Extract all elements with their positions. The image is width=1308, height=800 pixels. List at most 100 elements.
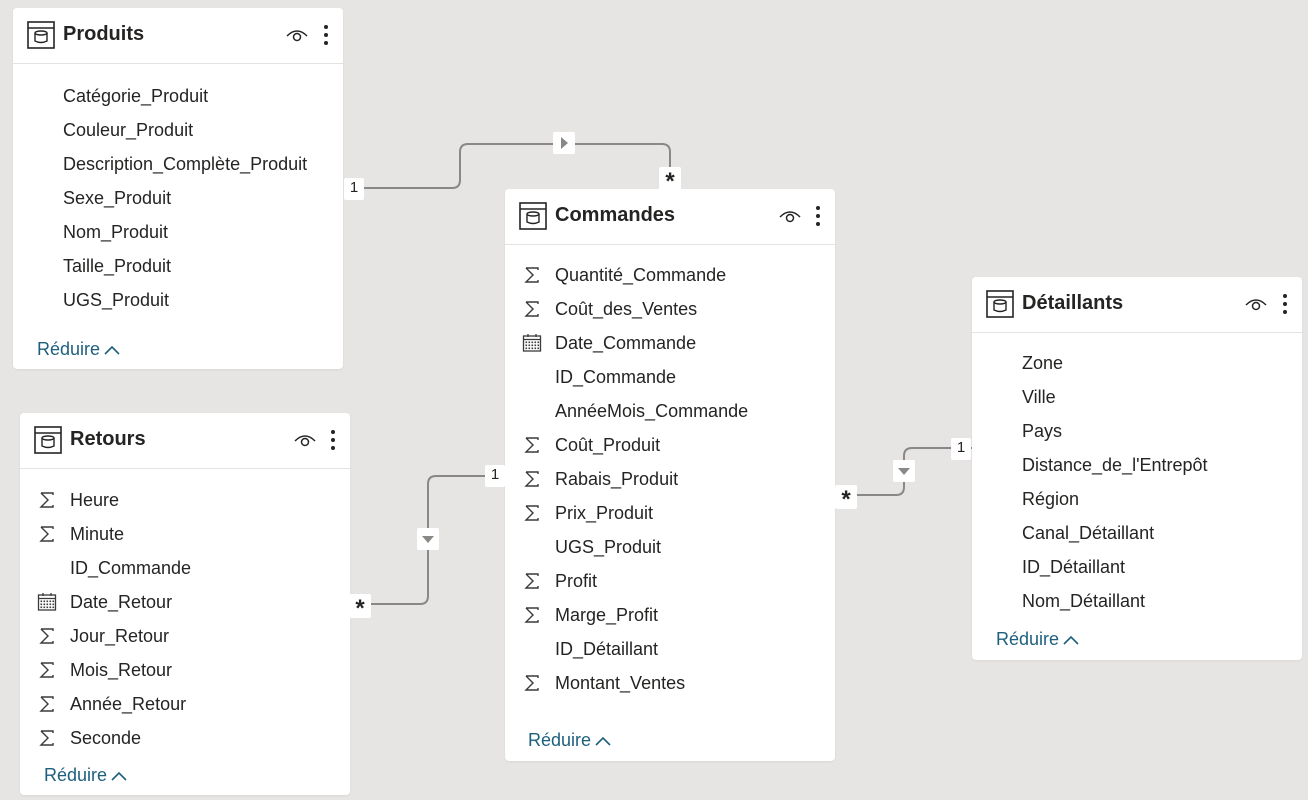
field-row[interactable]: Ville — [972, 380, 1302, 414]
visibility-eye-icon[interactable] — [286, 26, 308, 44]
field-row[interactable]: UGS_Produit — [13, 283, 343, 317]
field-row[interactable]: AnnéeMois_Commande — [505, 394, 835, 428]
field-row[interactable]: ID_Détaillant — [505, 632, 835, 666]
table-icon — [34, 426, 62, 454]
table-icon — [27, 21, 55, 49]
field-row[interactable]: Région — [972, 482, 1302, 516]
more-options-icon[interactable] — [1282, 293, 1288, 315]
field-row[interactable]: Profit — [505, 564, 835, 598]
cardinality-one-label: 1 — [485, 465, 505, 487]
field-row[interactable]: UGS_Produit — [505, 530, 835, 564]
collapse-link[interactable]: Réduire — [996, 629, 1079, 650]
field-row[interactable]: Heure — [20, 483, 350, 517]
table-card-retours[interactable]: Retours Heure Minute ID_Commande Date_Retou… — [20, 413, 350, 795]
cardinality-many-label: * — [659, 167, 681, 195]
calendar-icon — [522, 334, 542, 352]
sigma-icon — [39, 662, 54, 678]
field-name: Date_Retour — [70, 592, 173, 612]
field-row[interactable]: Prix_Produit — [505, 496, 835, 530]
field-name: UGS_Produit — [555, 537, 662, 557]
field-row[interactable]: Marge_Profit — [505, 598, 835, 632]
model-canvas[interactable]: 1 * * 1 * 1 Produits Catégorie_Produit Co… — [0, 0, 1308, 800]
field-name: Sexe_Produit — [63, 188, 172, 208]
field-row[interactable]: Année_Retour — [20, 687, 350, 721]
field-name: Distance_de_l'Entrepôt — [1022, 455, 1208, 475]
more-options-icon[interactable] — [330, 429, 336, 451]
field-row[interactable]: Nom_Produit — [13, 215, 343, 249]
field-name: ID_Commande — [555, 367, 677, 387]
collapse-label: Réduire — [528, 730, 592, 750]
field-row[interactable]: Catégorie_Produit — [13, 79, 343, 113]
field-row[interactable]: Quantité_Commande — [505, 258, 835, 292]
collapse-label: Réduire — [44, 765, 108, 785]
field-row[interactable]: Date_Retour — [20, 585, 350, 619]
collapse-link[interactable]: Réduire — [528, 730, 611, 751]
field-row[interactable]: Coût_des_Ventes — [505, 292, 835, 326]
field-row[interactable]: Rabais_Produit — [505, 462, 835, 496]
field-row[interactable]: Montant_Ventes — [505, 666, 835, 700]
field-name: Nom_Détaillant — [1022, 591, 1146, 611]
field-row[interactable]: Distance_de_l'Entrepôt — [972, 448, 1302, 482]
table-icon — [986, 290, 1014, 318]
cardinality-many-label: * — [349, 594, 371, 622]
field-row[interactable]: Zone — [972, 346, 1302, 380]
field-name: AnnéeMois_Commande — [555, 401, 749, 421]
table-card-produits[interactable]: Produits Catégorie_Produit Couleur_Produi… — [13, 8, 343, 369]
visibility-eye-icon[interactable] — [1245, 295, 1267, 313]
visibility-eye-icon[interactable] — [779, 207, 801, 225]
field-row[interactable]: Seconde — [20, 721, 350, 755]
field-name: Zone — [1022, 353, 1064, 373]
field-name: Prix_Produit — [555, 503, 654, 523]
field-row[interactable]: Jour_Retour — [20, 619, 350, 653]
field-row[interactable]: Description_Complète_Produit — [13, 147, 343, 181]
field-name: Description_Complète_Produit — [63, 154, 308, 174]
field-name: Nom_Produit — [63, 222, 169, 242]
chevron-up-icon — [595, 737, 611, 746]
table-card-detaillants[interactable]: Détaillants Zone Ville Pays Distance_de_l'E… — [972, 277, 1302, 660]
field-row[interactable]: Sexe_Produit — [13, 181, 343, 215]
collapse-label: Réduire — [996, 629, 1060, 649]
field-row[interactable]: Minute — [20, 517, 350, 551]
field-row[interactable]: ID_Commande — [20, 551, 350, 585]
field-name: ID_Détaillant — [555, 639, 659, 659]
sigma-icon — [524, 505, 539, 521]
table-header[interactable]: Retours — [20, 413, 350, 469]
field-row[interactable]: Couleur_Produit — [13, 113, 343, 147]
field-row[interactable]: Mois_Retour — [20, 653, 350, 687]
sigma-icon — [524, 301, 539, 317]
field-name: Canal_Détaillant — [1022, 523, 1155, 543]
chevron-up-icon — [104, 346, 120, 355]
field-name: Date_Commande — [555, 333, 697, 353]
table-header[interactable]: Détaillants — [972, 277, 1302, 333]
field-name: Heure — [70, 490, 120, 510]
field-name: Catégorie_Produit — [63, 86, 209, 106]
field-name: UGS_Produit — [63, 290, 170, 310]
field-row[interactable]: Date_Commande — [505, 326, 835, 360]
visibility-eye-icon[interactable] — [294, 431, 316, 449]
filter-direction-right-icon — [553, 132, 575, 154]
chevron-up-icon — [111, 772, 127, 781]
sigma-icon — [39, 696, 54, 712]
collapse-link[interactable]: Réduire — [44, 765, 127, 786]
sigma-icon — [39, 628, 54, 644]
field-row[interactable]: ID_Commande — [505, 360, 835, 394]
cardinality-one-label: 1 — [344, 178, 364, 200]
chevron-up-icon — [1063, 636, 1079, 645]
field-row[interactable]: Taille_Produit — [13, 249, 343, 283]
field-name: Seconde — [70, 728, 142, 748]
field-name: ID_Détaillant — [1022, 557, 1126, 577]
table-header[interactable]: Commandes — [505, 189, 835, 245]
field-row[interactable]: Pays — [972, 414, 1302, 448]
table-card-commandes[interactable]: Commandes Quantité_Commande Coût_des_Vent… — [505, 189, 835, 761]
table-header[interactable]: Produits — [13, 8, 343, 64]
field-row[interactable]: ID_Détaillant — [972, 550, 1302, 584]
filter-direction-down-icon — [417, 528, 439, 550]
collapse-link[interactable]: Réduire — [37, 339, 120, 360]
more-options-icon[interactable] — [815, 205, 821, 227]
field-row[interactable]: Nom_Détaillant — [972, 584, 1302, 618]
field-row[interactable]: Canal_Détaillant — [972, 516, 1302, 550]
field-row[interactable]: Coût_Produit — [505, 428, 835, 462]
field-name: Rabais_Produit — [555, 469, 679, 489]
more-options-icon[interactable] — [323, 24, 329, 46]
table-title: Commandes — [555, 204, 676, 226]
